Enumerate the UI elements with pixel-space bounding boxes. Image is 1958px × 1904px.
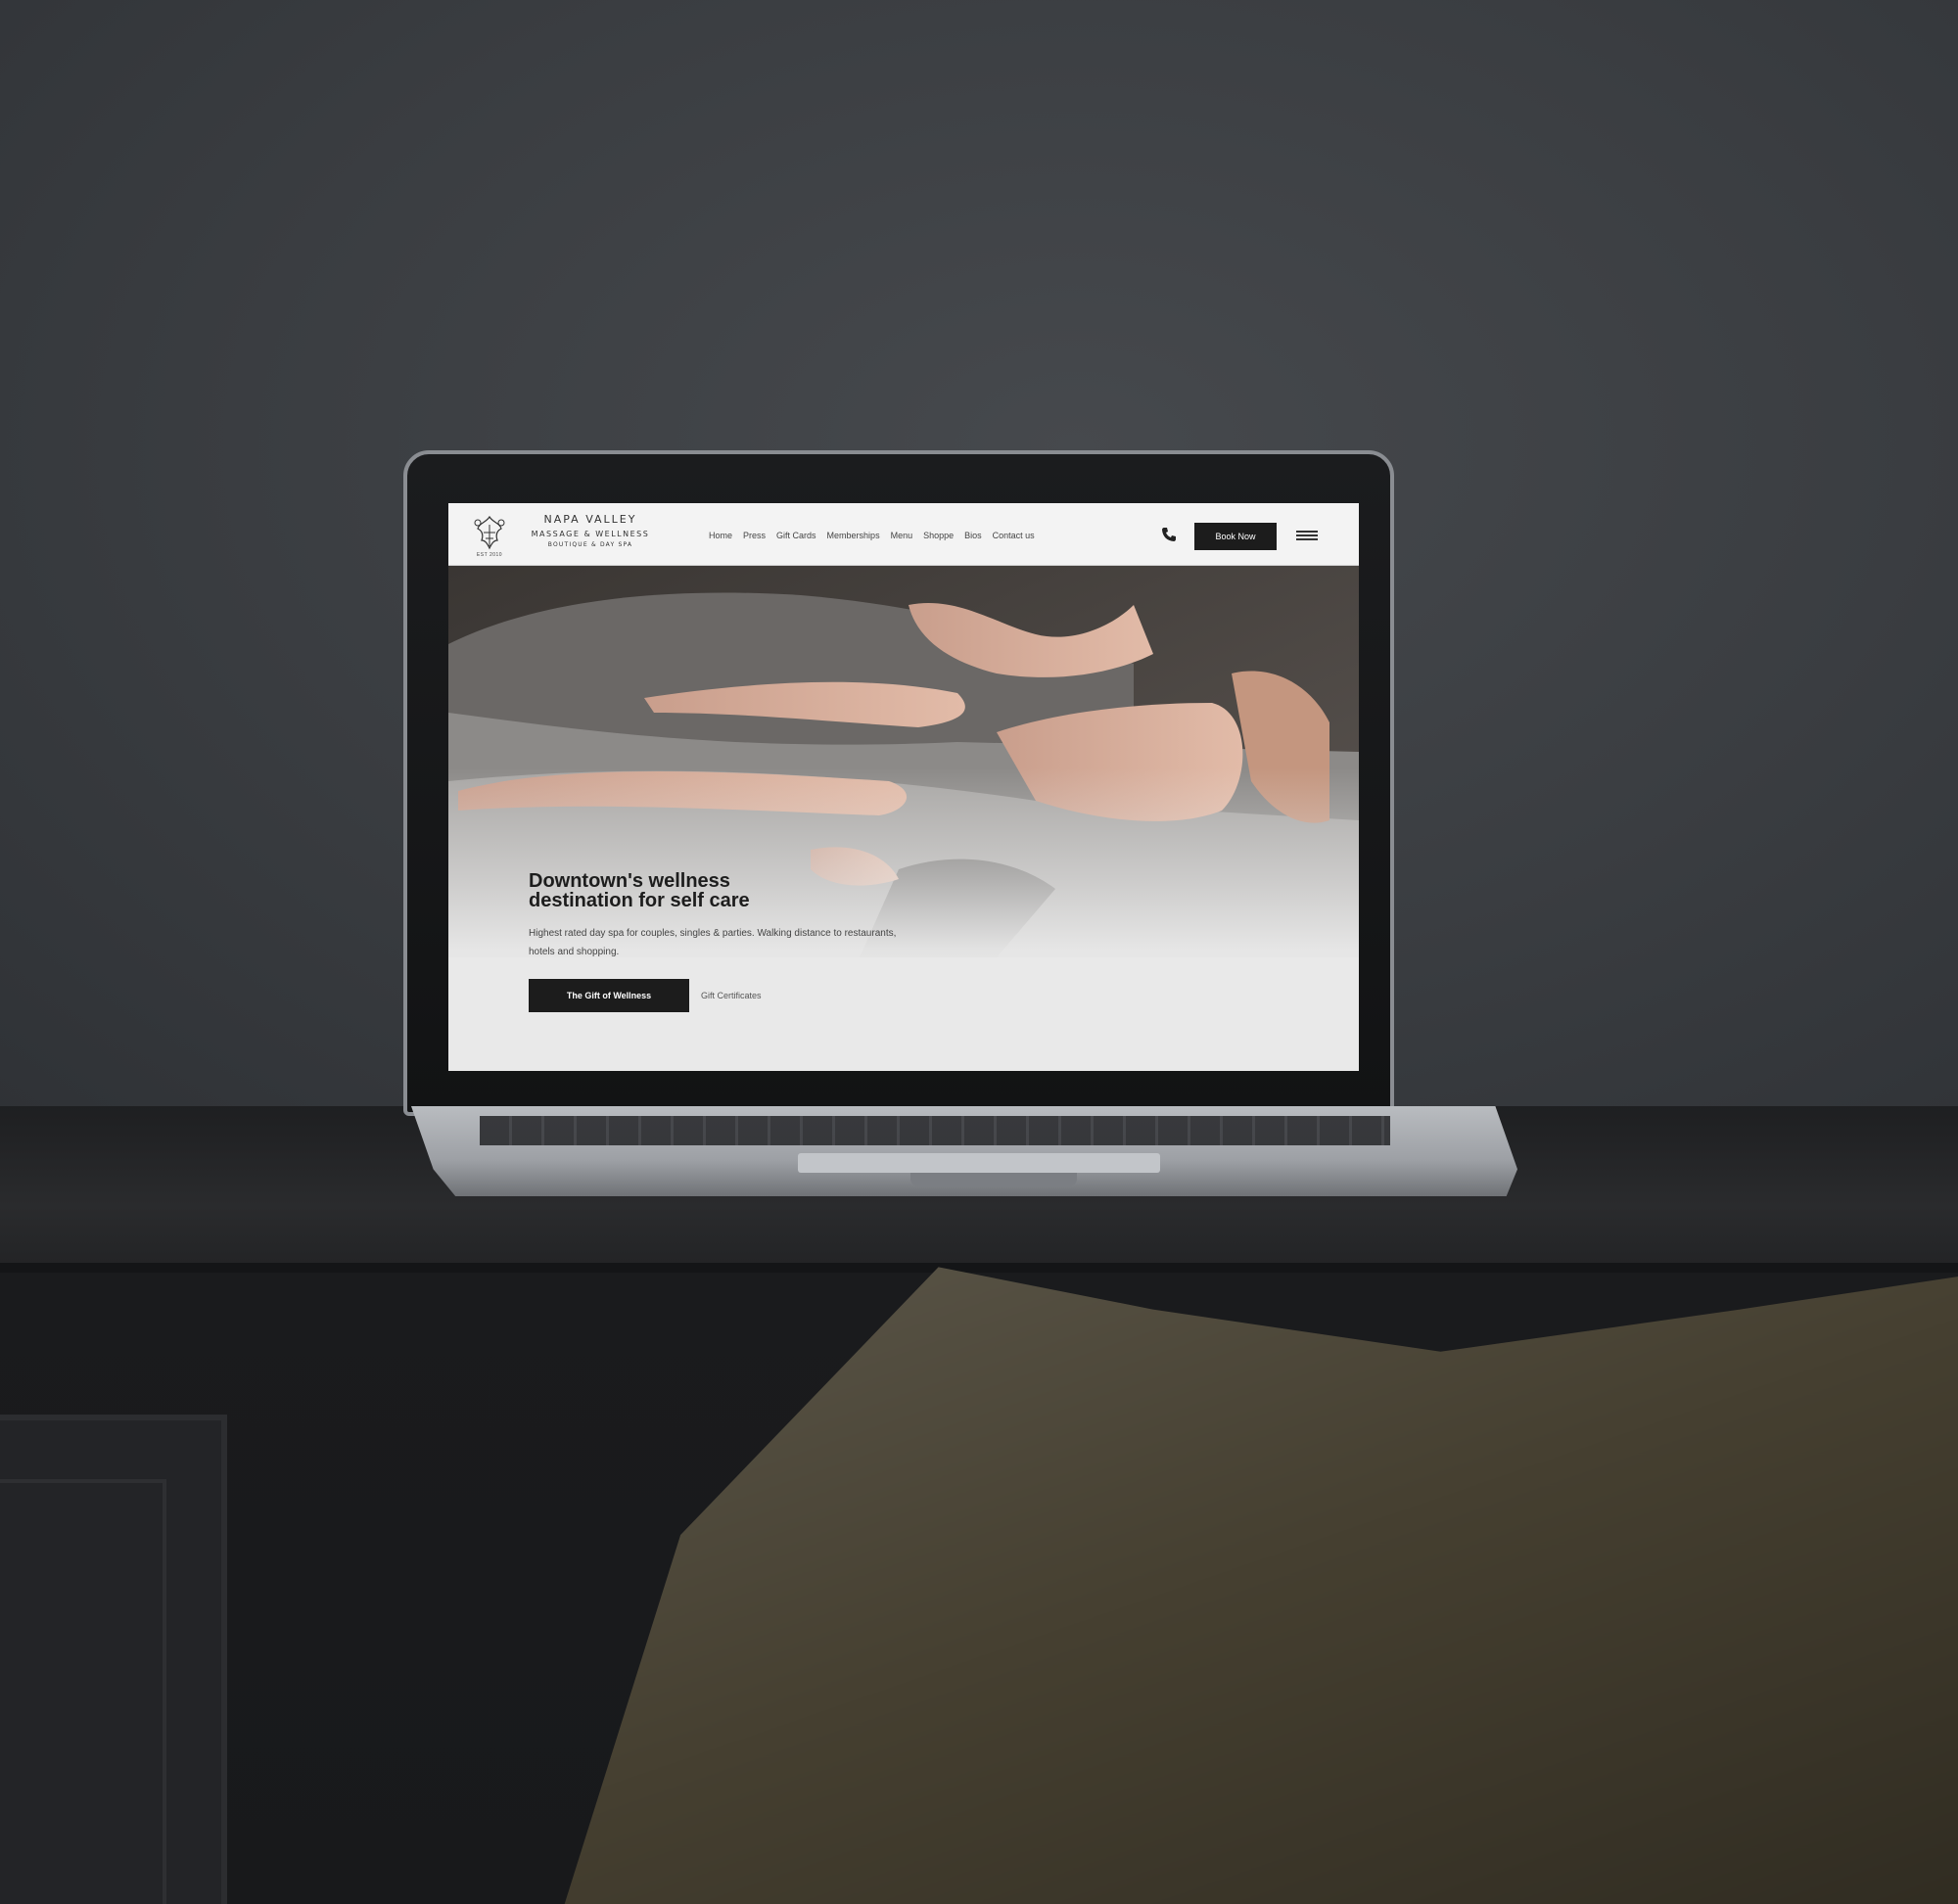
hero-description: Highest rated day spa for couples, singl… bbox=[529, 928, 897, 957]
logo-line-1: NAPA VALLEY bbox=[543, 513, 637, 526]
hero-section: Downtown's wellness destination for self… bbox=[448, 566, 1359, 1071]
desk-drawer bbox=[0, 1415, 227, 1904]
logo-line-2: MASSAGE & WELLNESS bbox=[531, 530, 650, 538]
logo-est-year: EST 2010 bbox=[476, 552, 503, 558]
gift-certificates-link[interactable]: Gift Certificates bbox=[701, 991, 762, 1000]
laptop-opening-notch bbox=[910, 1173, 1077, 1186]
nav-item-bios[interactable]: Bios bbox=[964, 531, 982, 540]
gift-of-wellness-button[interactable]: The Gift of Wellness bbox=[529, 979, 689, 1012]
nav-item-press[interactable]: Press bbox=[743, 531, 766, 540]
nav-item-memberships[interactable]: Memberships bbox=[827, 531, 880, 540]
laptop-trackpad bbox=[798, 1153, 1160, 1173]
nav-item-gift-cards[interactable]: Gift Cards bbox=[776, 531, 816, 540]
menu-bar-2 bbox=[1296, 534, 1318, 536]
menu-bar-1 bbox=[1296, 531, 1318, 533]
logo-line-3: BOUTIQUE & DAY SPA bbox=[547, 541, 633, 548]
floral-crest-icon[interactable] bbox=[470, 511, 509, 554]
site-header: EST 2010 NAPA VALLEY MASSAGE & WELLNESS … bbox=[448, 503, 1359, 566]
phone-icon[interactable] bbox=[1161, 527, 1177, 542]
hero-title: Downtown's wellness destination for self… bbox=[529, 870, 750, 911]
laptop-screen: EST 2010 NAPA VALLEY MASSAGE & WELLNESS … bbox=[448, 503, 1359, 1071]
laptop-keyboard bbox=[480, 1116, 1390, 1145]
nav-item-shoppe[interactable]: Shoppe bbox=[923, 531, 954, 540]
menu-bar-3 bbox=[1296, 538, 1318, 540]
desk-drawer-panel bbox=[0, 1479, 166, 1904]
logo-wordmark[interactable]: NAPA VALLEY MASSAGE & WELLNESS BOUTIQUE … bbox=[517, 513, 664, 548]
hamburger-menu-icon[interactable] bbox=[1296, 531, 1318, 542]
nav-item-contact[interactable]: Contact us bbox=[993, 531, 1035, 540]
nav-item-menu[interactable]: Menu bbox=[891, 531, 913, 540]
book-now-button[interactable]: Book Now bbox=[1194, 523, 1277, 550]
main-nav: Home Press Gift Cards Memberships Menu S… bbox=[709, 531, 1035, 540]
nav-item-home[interactable]: Home bbox=[709, 531, 732, 540]
